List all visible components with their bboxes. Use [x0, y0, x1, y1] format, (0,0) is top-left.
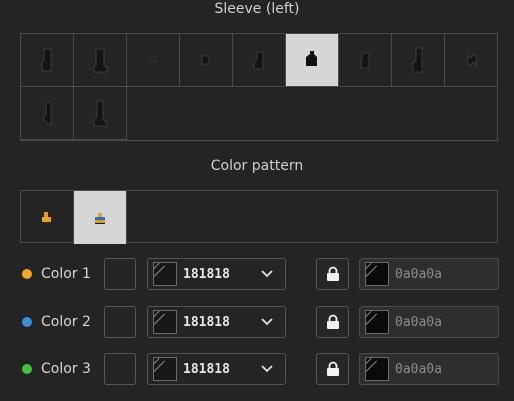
color-preview-icon	[153, 357, 177, 381]
sleeve-option-9[interactable]	[445, 34, 498, 87]
locked-color-preview-icon	[365, 357, 389, 381]
pattern-option-2[interactable]	[74, 191, 127, 244]
pattern-icon	[95, 212, 105, 224]
lock-button-3[interactable]	[316, 353, 349, 385]
color-label-3: Color 3	[22, 353, 91, 385]
color-label-2: Color 2	[22, 306, 91, 338]
pattern-grid	[20, 190, 498, 244]
lock-icon	[326, 314, 339, 329]
color-hex-value: 181818	[183, 314, 230, 330]
color-preview-icon	[153, 262, 177, 286]
sleeve-icon	[467, 53, 476, 67]
locked-color-preview-icon	[365, 310, 389, 334]
sleeve-option-8[interactable]	[392, 34, 445, 87]
sleeve-icon	[42, 101, 52, 126]
chevron-down-icon	[261, 318, 273, 326]
section-title-color-pattern: Color pattern	[210, 158, 304, 174]
lock-button-2[interactable]	[316, 306, 349, 338]
chevron-down-icon	[261, 365, 273, 373]
color-select-2[interactable]: 181818	[147, 306, 286, 338]
lock-icon	[326, 266, 339, 281]
color-hex-value: 181818	[183, 266, 230, 282]
sleeve-icon	[306, 51, 317, 66]
color-label-1: Color 1	[22, 258, 91, 290]
lock-button-1[interactable]	[316, 258, 349, 290]
sleeve-option-6[interactable]	[286, 34, 339, 87]
locked-color-field-1: 0a0a0a	[359, 258, 499, 290]
sleeve-option-7[interactable]	[339, 34, 392, 87]
color-preview-icon	[153, 310, 177, 334]
sleeve-option-10[interactable]	[21, 87, 74, 140]
color-select-3[interactable]: 181818	[147, 353, 286, 385]
sleeve-icon	[93, 100, 108, 127]
color-dot-icon	[22, 317, 32, 327]
locked-hex-value: 0a0a0a	[395, 266, 442, 282]
sleeve-icon	[147, 56, 159, 63]
sleeve-icon	[412, 47, 423, 73]
sleeve-icon	[93, 48, 108, 73]
sleeve-option-4[interactable]	[180, 34, 233, 87]
locked-color-preview-icon	[365, 262, 389, 286]
sleeve-grid	[20, 33, 498, 141]
pattern-icon	[42, 211, 51, 224]
locked-color-field-2: 0a0a0a	[359, 306, 499, 338]
color-label-text: Color 2	[41, 314, 91, 330]
sleeve-icon	[41, 48, 52, 72]
sleeve-icon	[201, 55, 210, 65]
sleeve-icon	[360, 52, 370, 69]
locked-hex-value: 0a0a0a	[395, 361, 442, 377]
sleeve-option-11[interactable]	[74, 87, 127, 140]
sleeve-option-2[interactable]	[74, 34, 127, 87]
color-dot-icon	[22, 364, 32, 374]
pattern-option-1[interactable]	[21, 191, 74, 244]
color-select-1[interactable]: 181818	[147, 258, 286, 290]
sleeve-option-5[interactable]	[233, 34, 286, 87]
sleeve-icon	[253, 51, 264, 70]
locked-color-field-3: 0a0a0a	[359, 353, 499, 385]
color-label-text: Color 1	[41, 266, 91, 282]
sleeve-option-3[interactable]	[127, 34, 180, 87]
color-swatch-3[interactable]	[104, 353, 136, 385]
color-dot-icon	[22, 269, 32, 279]
section-title-sleeve: Sleeve (left)	[214, 1, 300, 17]
sleeve-option-1[interactable]	[21, 34, 74, 87]
locked-hex-value: 0a0a0a	[395, 314, 442, 330]
color-swatch-2[interactable]	[104, 306, 136, 338]
color-label-text: Color 3	[41, 361, 91, 377]
color-hex-value: 181818	[183, 361, 230, 377]
color-swatch-1[interactable]	[104, 258, 136, 290]
chevron-down-icon	[261, 270, 273, 278]
lock-icon	[326, 361, 339, 376]
